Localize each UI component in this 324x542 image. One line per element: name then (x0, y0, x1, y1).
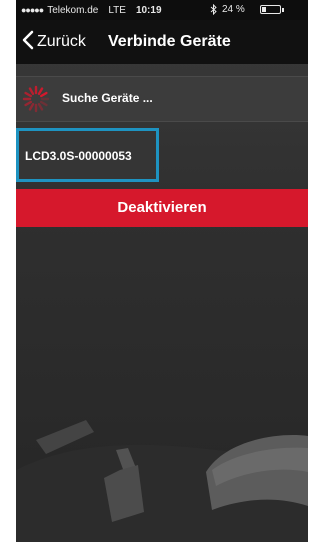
device-list-item[interactable]: LCD3.0S-00000053 (16, 128, 159, 182)
spinner-tick (40, 91, 48, 98)
loading-spinner-icon (22, 85, 50, 113)
page-title: Verbinde Geräte (108, 33, 231, 50)
background-decoration (16, 420, 308, 542)
bluetooth-icon (210, 3, 217, 18)
spinner-tick (37, 103, 44, 111)
battery-level-fill (262, 7, 266, 12)
battery-icon (260, 5, 281, 14)
spinner-tick (28, 103, 35, 111)
battery-tip (282, 8, 284, 12)
status-time: 10:19 (135, 4, 162, 16)
spinner-tick (40, 100, 48, 107)
chevron-left-icon (22, 30, 34, 55)
carrier-name: Telekom.de (47, 4, 99, 16)
back-label: Zurück (37, 33, 86, 50)
phone-screen: ●●●●● Telekom.de LTE 10:19 24 % Zurück V… (16, 0, 308, 542)
network-type: LTE (108, 4, 126, 16)
device-search-status: Suche Geräte ... (16, 76, 308, 122)
search-status-text: Suche Geräte ... (62, 91, 153, 105)
device-name: LCD3.0S-00000053 (25, 149, 132, 163)
spinner-tick (28, 87, 35, 96)
signal-strength-icon: ●●●●● (21, 5, 44, 15)
spinner-tick (37, 87, 44, 96)
navigation-bar: Zurück Verbinde Geräte (16, 20, 308, 64)
battery-percent: 24 % (222, 4, 245, 15)
spinner-tick (24, 91, 33, 98)
deactivate-button[interactable]: Deaktivieren (16, 189, 308, 227)
spinner-tick (24, 100, 33, 107)
back-button[interactable]: Zurück (22, 30, 86, 54)
status-bar: ●●●●● Telekom.de LTE 10:19 24 % (16, 0, 308, 20)
